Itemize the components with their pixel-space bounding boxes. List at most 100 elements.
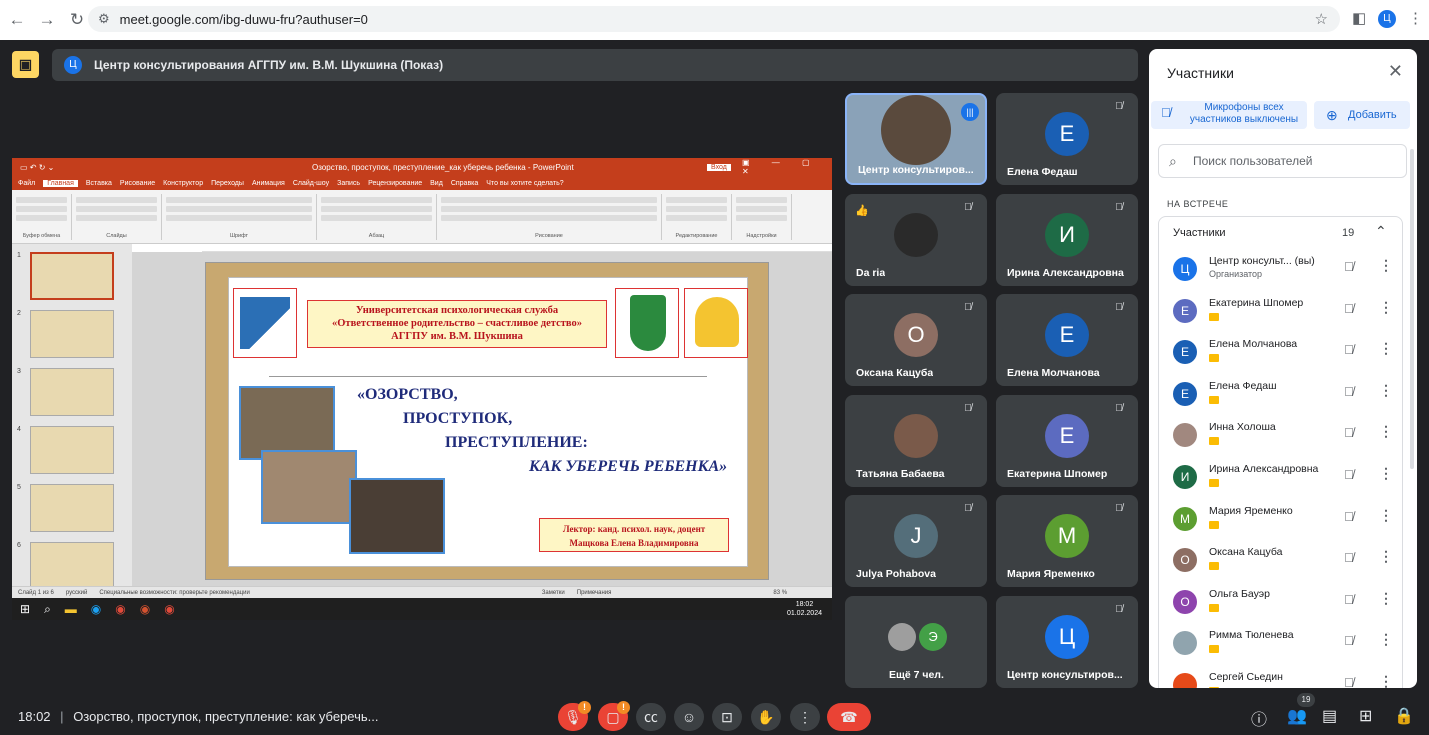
mic-off-icon[interactable]: 🎙̸ [1344, 550, 1354, 565]
chat-icon[interactable]: ▤ [1322, 706, 1337, 726]
emoji-icon: ☺ [681, 709, 697, 725]
participant-tile[interactable]: Е Елена Молчанова 🎙̸ [996, 294, 1138, 386]
pp-menu-item: Вид [430, 179, 443, 187]
reload-icon[interactable]: ↻ [64, 7, 90, 33]
captions-button[interactable]: ㏄ [636, 703, 666, 731]
participant-row[interactable]: Е Елена Молчанова 🎙̸ ⋮ [1173, 336, 1401, 378]
mic-off-icon[interactable]: 🎙̸ [1344, 259, 1354, 274]
participant-row[interactable]: О Ольга Бауэр 🎙̸ ⋮ [1173, 586, 1401, 628]
present-button[interactable]: ⊡ [712, 703, 742, 731]
mic-off-icon[interactable]: 🎙̸ [1344, 301, 1354, 316]
slide-editing-area: Университетская психологическая служба «… [132, 252, 832, 586]
more-vert-icon[interactable]: ⋮ [1379, 673, 1393, 688]
activities-icon[interactable]: ⊞ [1359, 706, 1372, 726]
host-controls-icon[interactable]: 🔒 [1394, 706, 1414, 726]
participant-tile[interactable]: Э Ещё 7 чел. [845, 595, 987, 688]
more-vert-icon[interactable]: ⋮ [1379, 340, 1393, 357]
leave-call-button[interactable]: ☎ [827, 703, 871, 731]
participant-row[interactable]: Инна Холоша 🎙̸ ⋮ [1173, 419, 1401, 461]
more-vert-icon[interactable]: ⋮ [1379, 382, 1393, 399]
participant-row[interactable]: И Ирина Александровна 🎙̸ ⋮ [1173, 461, 1401, 503]
mic-off-icon[interactable]: 🎙̸ [1344, 425, 1354, 440]
pp-menu-item: Рецензирование [368, 179, 423, 187]
more-vert-icon[interactable]: ⋮ [1379, 465, 1393, 482]
mute-all-button[interactable]: 🎙̸ Микрофоны всех участников выключены [1151, 101, 1307, 129]
menu-kebab-icon[interactable]: ⋮ [1408, 9, 1423, 27]
mic-off-icon[interactable]: 🎙̸ [1344, 467, 1354, 482]
mic-off-icon[interactable]: 🎙̸ [1344, 592, 1354, 607]
more-vert-icon[interactable]: ⋮ [1379, 423, 1393, 440]
status-lang: русский [65, 589, 88, 596]
presenting-badge-icon [1209, 312, 1219, 321]
slide: Университетская психологическая служба «… [205, 262, 769, 580]
ribbon-group-label: Шрифт [229, 233, 249, 239]
participant-tile[interactable]: Da ria 🎙̸ 👍 [845, 193, 987, 286]
people-icon[interactable]: 👥 [1287, 706, 1307, 726]
mic-off-icon[interactable]: 🎙̸ [1344, 384, 1354, 399]
address-bar[interactable]: ⚙ meet.google.com/ibg-duwu-fru?authuser=… [88, 6, 1340, 32]
mic-off-icon: 🎙̸ [964, 201, 972, 213]
participant-avatar: Е [1173, 298, 1197, 323]
slide-number: 6 [17, 542, 21, 549]
bookmark-star-icon[interactable]: ☆ [1315, 10, 1328, 28]
participant-row[interactable]: Е Елена Федаш 🎙̸ ⋮ [1173, 378, 1401, 420]
participant-row[interactable]: М Мария Яременко 🎙̸ ⋮ [1173, 503, 1401, 545]
more-vert-icon[interactable]: ⋮ [1379, 507, 1393, 524]
participant-tile[interactable]: J Julya Pohabova 🎙̸ [845, 495, 987, 587]
more-options-button[interactable]: ⋮ [790, 703, 820, 731]
panel-scrollbar[interactable] [1410, 149, 1414, 469]
add-people-button[interactable]: ⊕ Добавить [1314, 101, 1410, 129]
participant-tile[interactable]: И Ирина Александровна 🎙̸ [996, 193, 1138, 286]
chevron-up-icon[interactable]: ⌃ [1375, 223, 1387, 240]
captions-icon: ㏄ [644, 709, 658, 725]
profile-avatar[interactable]: Ц [1378, 10, 1396, 28]
more-vert-icon[interactable]: ⋮ [1379, 590, 1393, 607]
participant-tile[interactable]: М Мария Яременко 🎙̸ [996, 495, 1138, 587]
participant-tile[interactable]: О Оксана Кацуба 🎙̸ [845, 294, 987, 386]
close-icon[interactable]: ✕ [1388, 61, 1403, 82]
mic-off-icon[interactable]: 🎙̸ [1344, 509, 1354, 524]
mic-off-icon[interactable]: 🎙̸ [1344, 633, 1354, 648]
ribbon-group-label: Абзац [368, 233, 385, 239]
presenting-badge-icon [1209, 603, 1219, 612]
slide-number: 5 [17, 484, 21, 491]
participant-tile[interactable]: Е Елена Федаш 🎙̸ [996, 93, 1138, 185]
presenting-icon[interactable]: ▣ [12, 51, 39, 78]
participant-avatar [1173, 631, 1197, 656]
uni-line-2: «Ответственное родительство – счастливое… [332, 318, 582, 329]
more-vert-icon[interactable]: ⋮ [1379, 257, 1393, 274]
more-vert-icon[interactable]: ⋮ [1379, 548, 1393, 565]
participant-role: Организатор [1209, 269, 1263, 279]
slide-thumbnail [30, 484, 114, 532]
more-vert-icon[interactable]: ⋮ [1379, 631, 1393, 648]
participant-row[interactable]: Е Екатерина Шпомер 🎙̸ ⋮ [1173, 295, 1401, 337]
sidebar-icon[interactable]: ◧ [1352, 9, 1366, 27]
participant-tile[interactable]: Ц Центр консультиров... 🎙̸ [996, 595, 1138, 688]
participant-tile[interactable]: Центр консультиров... ||| [845, 93, 987, 185]
mic-off-icon[interactable]: 🎙̸ [1344, 342, 1354, 357]
participant-row[interactable]: О Оксана Кацуба 🎙̸ ⋮ [1173, 544, 1401, 586]
pp-menu-item: Запись [337, 179, 361, 187]
participant-avatar: О [1173, 589, 1197, 614]
mute-all-label: Микрофоны всех участников выключены [1189, 102, 1299, 125]
slide-number: 1 [17, 252, 21, 259]
raise-hand-button[interactable]: ✋ [751, 703, 781, 731]
more-vert-icon: ⋮ [798, 708, 812, 725]
reactions-button[interactable]: ☺ [674, 703, 704, 731]
participant-tile[interactable]: Е Екатерина Шпомер 🎙̸ [996, 394, 1138, 487]
back-icon[interactable]: ← [4, 7, 30, 33]
ribbon-group: Слайды [72, 194, 162, 240]
people-panel: Участники ✕ 🎙̸ Микрофоны всех участников… [1149, 49, 1417, 688]
search-input[interactable]: ⌕ Поиск пользователей [1158, 144, 1407, 178]
forward-icon[interactable]: → [34, 7, 60, 33]
mic-off-icon[interactable]: 🎙̸ [1344, 675, 1354, 688]
meeting-details-icon[interactable]: ⓘ [1251, 706, 1267, 730]
site-settings-icon[interactable]: ⚙ [98, 11, 110, 27]
participant-avatar: Ц [1173, 257, 1197, 281]
participant-row[interactable]: Ц Центр консульт... (вы) Организатор 🎙̸ ⋮ [1173, 253, 1401, 295]
participant-row[interactable]: Сергей Сьедин 🎙̸ ⋮ [1173, 669, 1401, 688]
participant-row[interactable]: Римма Тюленева 🎙̸ ⋮ [1173, 627, 1401, 669]
presenter-title: Центр консультирования АГГПУ им. В.М. Шу… [94, 58, 444, 72]
participant-tile[interactable]: Татьяна Бабаева 🎙̸ [845, 394, 987, 487]
more-vert-icon[interactable]: ⋮ [1379, 299, 1393, 316]
